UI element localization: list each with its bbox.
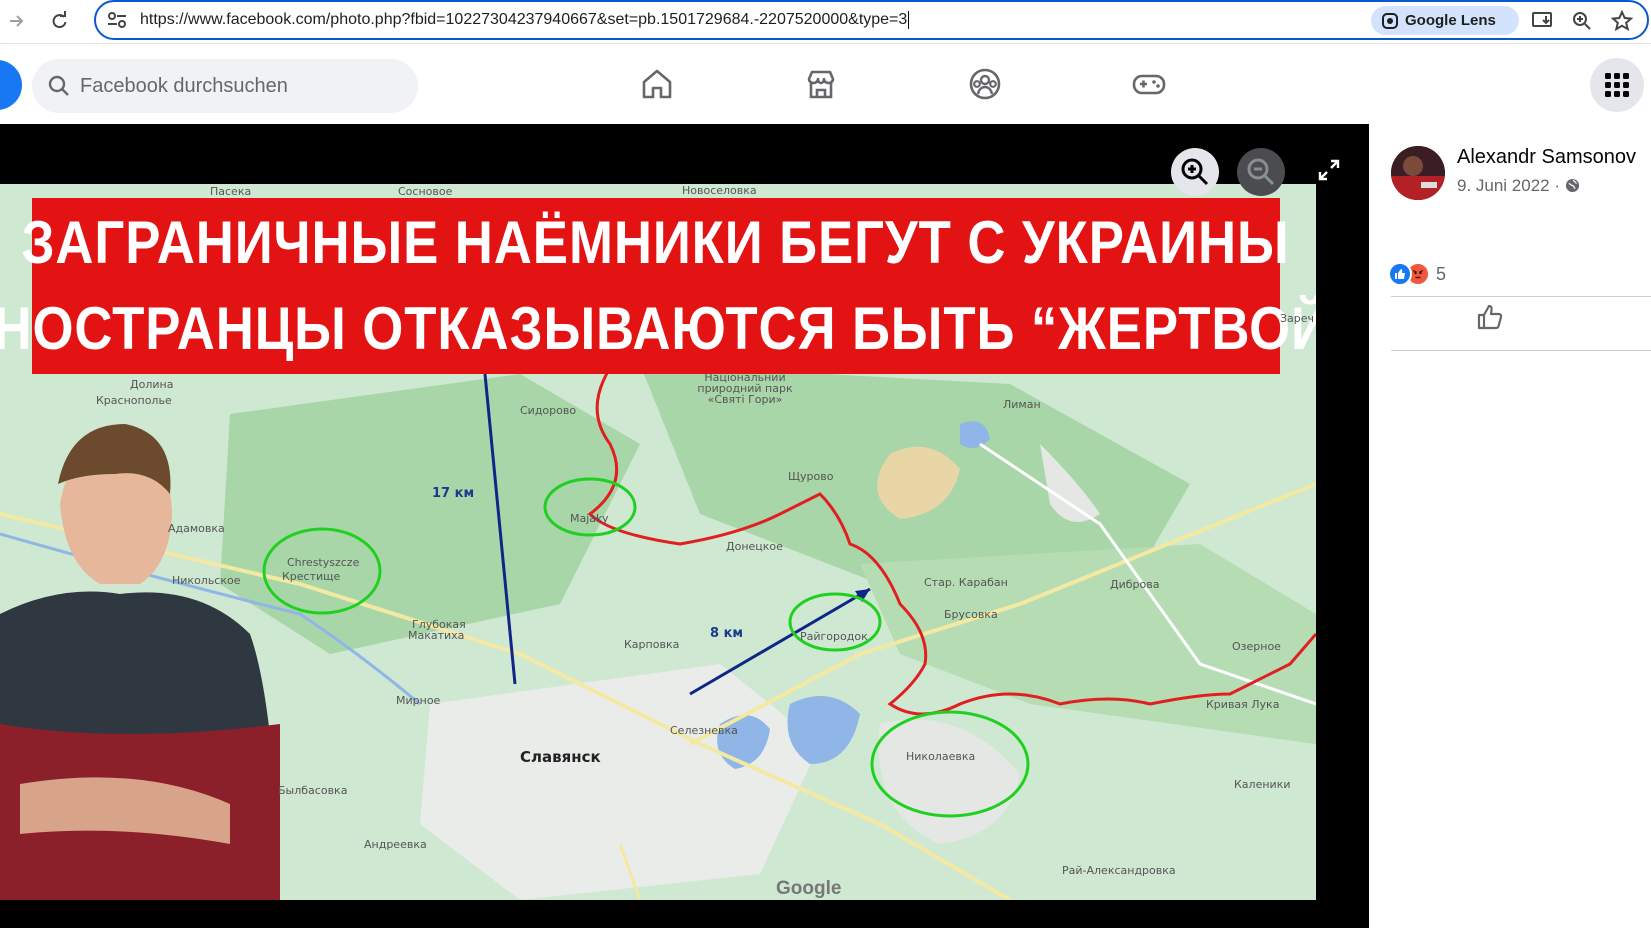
map-label: Зареч: [1280, 312, 1315, 325]
reload-button[interactable]: [44, 6, 74, 36]
map-label: Краснополье: [96, 394, 172, 407]
map-label: Лиман: [1003, 398, 1041, 411]
grid-menu-icon: [1605, 73, 1629, 97]
zoom-out-button[interactable]: [1237, 148, 1285, 196]
map-label: Рай-Александровка: [1062, 864, 1176, 877]
map-label: Щурово: [788, 470, 834, 483]
photo-viewer: ЗАГРАНИЧНЫЕ НАЁМНИКИ БЕГУТ С УКРАИНЫ ИНО…: [0, 124, 1369, 928]
map-label: Сосновое: [398, 185, 453, 198]
map-label: Селезневка: [670, 724, 738, 737]
url-text[interactable]: https://www.facebook.com/photo.php?fbid=…: [140, 11, 910, 29]
install-app-button[interactable]: [1530, 8, 1556, 34]
bookmark-button[interactable]: [1609, 8, 1635, 34]
facebook-logo-icon[interactable]: [0, 60, 22, 110]
map-label: Николаевка: [906, 750, 976, 763]
install-icon: [1532, 12, 1552, 27]
map-label: Новоселовка: [682, 184, 757, 197]
fullscreen-button[interactable]: [1313, 154, 1345, 186]
avatar[interactable]: [1391, 146, 1445, 200]
zoom-in-button[interactable]: [1171, 148, 1219, 196]
star-icon: [1611, 10, 1633, 32]
tab-marketplace[interactable]: [801, 64, 841, 104]
menu-button[interactable]: [1590, 58, 1644, 112]
map-label-city: Славянск: [520, 748, 601, 766]
banner-line-2: ИНОСТРАНЦЫ ОТКАЗЫВАЮТСЯ БЫТЬ “ЖЕРТВОЙ”: [0, 295, 1316, 362]
expand-icon: [1318, 159, 1340, 181]
tab-home[interactable]: [637, 64, 677, 104]
map-label: Адамовка: [168, 522, 225, 535]
site-info-icon[interactable]: [106, 10, 130, 32]
reload-icon: [52, 11, 67, 29]
map-label: Макатиха: [408, 629, 465, 642]
lens-label: Google Lens: [1405, 12, 1496, 29]
magnifier-plus-icon: [1573, 12, 1591, 30]
zoom-out-icon: [1247, 158, 1275, 186]
tab-gaming[interactable]: [1129, 64, 1169, 104]
facebook-search-input[interactable]: Facebook durchsuchen: [32, 59, 418, 113]
globe-icon: [1565, 178, 1579, 193]
map-label: Стар. Карабан: [924, 576, 1008, 589]
divider: [1391, 350, 1651, 351]
distance-label-8km: 8 км: [710, 626, 744, 641]
home-icon: [642, 69, 672, 99]
map-label: Majaky: [570, 512, 609, 525]
facebook-header: Facebook durchsuchen: [0, 44, 1651, 124]
zoom-page-button[interactable]: [1569, 8, 1595, 34]
map-label: Карповка: [624, 638, 680, 651]
map-label: Мирное: [396, 694, 441, 707]
reaction-count: 5: [1436, 263, 1447, 284]
browser-toolbar: https://www.facebook.com/photo.php?fbid=…: [0, 0, 1651, 44]
title-banner: ЗАГРАНИЧНЫЕ НАЁМНИКИ БЕГУТ С УКРАИНЫ ИНО…: [0, 198, 1316, 374]
map-label: Сидорово: [520, 404, 577, 417]
divider: [1391, 296, 1651, 297]
search-placeholder: Facebook durchsuchen: [80, 74, 288, 97]
arrow-right-icon: [10, 15, 24, 27]
thumbs-up-icon: [1477, 304, 1503, 330]
map-label: Райгородок: [800, 630, 868, 643]
author-name-link[interactable]: Alexandr Samsonov: [1457, 146, 1636, 169]
map-label: Брусовка: [944, 608, 998, 621]
map-label: Chrestyszcze: [287, 556, 360, 569]
map-label: Каленики: [1234, 778, 1291, 791]
map-label: Крестище: [282, 570, 341, 583]
search-icon: [48, 75, 69, 96]
forward-button[interactable]: [2, 6, 32, 36]
map-label: Никольское: [172, 574, 241, 587]
photo-image[interactable]: ЗАГРАНИЧНЫЕ НАЁМНИКИ БЕГУТ С УКРАИНЫ ИНО…: [0, 184, 1316, 900]
tab-groups[interactable]: [965, 64, 1005, 104]
map-label: Донецкое: [726, 540, 783, 553]
address-bar[interactable]: https://www.facebook.com/photo.php?fbid=…: [94, 0, 1649, 40]
distance-label-17km: 17 км: [432, 486, 475, 501]
post-date[interactable]: 9. Juni 2022 ·: [1457, 176, 1580, 196]
map-label: Озерное: [1232, 640, 1281, 653]
map-label: Диброва: [1110, 578, 1160, 591]
like-button[interactable]: [1473, 300, 1507, 334]
like-reaction-icon: [1388, 262, 1412, 286]
post-details-panel: Alexandr Samsonov 9. Juni 2022 · 5: [1369, 124, 1651, 928]
map-label: Пасека: [210, 185, 252, 198]
lens-icon: [1382, 12, 1398, 29]
banner-line-1: ЗАГРАНИЧНЫЕ НАЁМНИКИ БЕГУТ С УКРАИНЫ: [21, 209, 1291, 276]
groups-icon: [969, 68, 1001, 100]
map-label: Національний природний парк «Святі Гори»: [697, 371, 793, 406]
google-watermark: Google: [776, 878, 842, 899]
zoom-in-icon: [1181, 158, 1209, 186]
reaction-summary[interactable]: 5: [1388, 262, 1446, 286]
shop-icon: [807, 70, 835, 99]
gamepad-icon: [1132, 74, 1166, 95]
map-label: Былбасовка: [278, 784, 348, 797]
map-label: Андреевка: [364, 838, 427, 851]
google-lens-button[interactable]: Google Lens: [1371, 6, 1519, 35]
map-label: Долина: [130, 378, 174, 391]
map-label: Кривая Лука: [1206, 698, 1280, 711]
